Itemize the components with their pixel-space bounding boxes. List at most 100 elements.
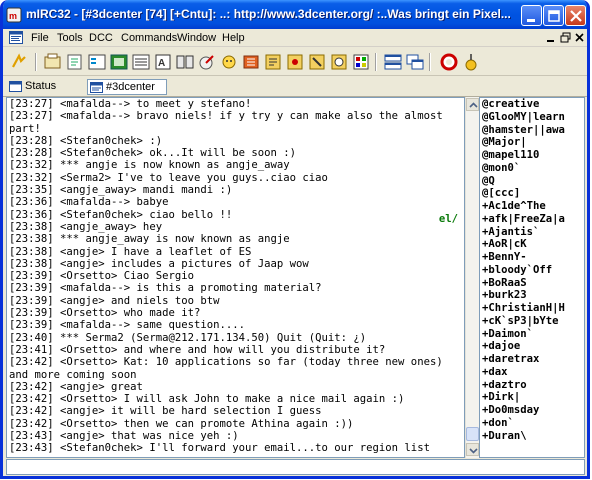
nick-item[interactable]: +cK`sP3|bYte (480, 315, 584, 328)
chat-line: [23:42] <angje> it will be hard selectio… (9, 405, 322, 418)
chat-line: [23:27] <mafalda--> to meet y stefano! (9, 98, 252, 110)
menu-dcc[interactable]: DCC (89, 32, 113, 44)
notify-list-icon[interactable] (285, 52, 305, 72)
close-button[interactable] (565, 5, 586, 26)
nick-item[interactable]: +afk|FreeZa|a (480, 213, 584, 226)
chat-line: [23:39] <Orsetto> Ciao Sergio (9, 270, 194, 283)
chat-line: [23:35] <angje_away> mandi mandi :) (9, 184, 233, 197)
options-icon[interactable] (43, 52, 63, 72)
svg-text:m: m (9, 11, 17, 21)
nick-item[interactable]: +don` (480, 417, 584, 430)
mdi-close-icon[interactable] (573, 31, 587, 44)
tab-status-label: Status (25, 80, 57, 92)
scroll-up-button[interactable] (466, 98, 479, 111)
scripts-icon[interactable] (175, 52, 195, 72)
channel-window-icon[interactable] (9, 31, 23, 44)
list-channels-icon[interactable] (131, 52, 151, 72)
chat-line: [23:39] <angje> and niels too btw (9, 294, 220, 307)
chat-line: [23:42] <Orsetto> then we can promote At… (9, 417, 354, 430)
message-input[interactable] (6, 459, 585, 475)
nick-item[interactable]: @GlooMY|learn (480, 111, 584, 124)
nick-item[interactable]: +Dirk| (480, 391, 584, 404)
chat-line: [23:39] <mafalda--> same question.... (9, 319, 245, 332)
window-switchbar: Status #3dcenter (3, 77, 587, 97)
nick-item[interactable]: +Do0msday (480, 404, 584, 417)
nick-item[interactable]: @mapel110 (480, 149, 584, 162)
favorites-icon[interactable] (65, 52, 85, 72)
chat-line: [23:28] <Stefan0chek> ok...It will be so… (9, 147, 297, 160)
mdi-restore-icon[interactable] (559, 31, 573, 44)
dcc-options-icon[interactable] (241, 52, 261, 72)
nick-item[interactable]: @mon0` (480, 162, 584, 175)
scripts-editor-icon[interactable]: A (153, 52, 173, 72)
toolbar-separator (429, 53, 431, 71)
scroll-thumb[interactable] (466, 427, 479, 441)
menu-commands[interactable]: Commands (121, 32, 177, 44)
chat-line: [23:28] <Stefan0chek> :) (9, 134, 163, 147)
chat-line: [23:42] <angje> great (9, 380, 143, 393)
mirc-app-icon: m (6, 7, 22, 23)
nick-item[interactable]: @hamster||awa (480, 124, 584, 137)
nick-item[interactable]: +BennY- (480, 251, 584, 264)
channels-list-icon[interactable] (87, 52, 107, 72)
chat-lines: [23:27] <mafalda--> to meet y stefano! [… (9, 98, 464, 457)
chat-line: [23:43] <Stefan0chek> I'll forward your … (9, 442, 430, 457)
scroll-down-button[interactable] (466, 443, 479, 456)
toolbar-separator (35, 53, 37, 71)
nick-item[interactable]: +Daimon` (480, 328, 584, 341)
help-lifebuoy-icon[interactable] (439, 52, 459, 72)
nick-item[interactable]: +dajoe (480, 340, 584, 353)
control-icon[interactable] (307, 52, 327, 72)
nick-item[interactable]: +Ajantis` (480, 226, 584, 239)
timer-icon[interactable] (329, 52, 349, 72)
chat-output[interactable]: [23:27] <mafalda--> to meet y stefano! [… (6, 97, 465, 458)
nick-item[interactable]: +AoR|cK (480, 238, 584, 251)
nick-item[interactable]: +daztro (480, 379, 584, 392)
minimize-icon (527, 19, 535, 22)
svg-text:A: A (158, 58, 165, 69)
nick-item[interactable]: +burk23 (480, 289, 584, 302)
colors-icon[interactable] (351, 52, 371, 72)
nick-item[interactable]: +ChristianH|H (480, 302, 584, 315)
nick-item[interactable]: +Ac1de^The (480, 200, 584, 213)
maximize-icon (548, 10, 560, 22)
title-bar[interactable]: m mIRC32 - [#3dcenter [74] [+Cntu]: ..: … (3, 0, 587, 29)
chat-line: [23:39] <Orsetto> who made it? (9, 307, 201, 320)
menu-window[interactable]: Window (177, 32, 216, 44)
minimize-button[interactable] (521, 5, 542, 26)
about-icon[interactable] (461, 52, 481, 72)
menu-help[interactable]: Help (222, 32, 245, 44)
channel-window-icon (90, 82, 103, 93)
tile-windows-icon[interactable] (383, 52, 403, 72)
menu-bar: File Tools DCC Commands Window Help (3, 29, 587, 47)
chat-scrollbar[interactable] (465, 97, 479, 458)
mirc-window: m mIRC32 - [#3dcenter [74] [+Cntu]: ..: … (0, 0, 590, 479)
nick-item[interactable]: +BoRaaS (480, 277, 584, 290)
chat-line: [23:32] *** angje is now known as angje_… (9, 159, 290, 172)
address-book-icon[interactable] (109, 52, 129, 72)
chat-line: [23:39] <mafalda--> is this a promoting … (9, 282, 322, 295)
nick-items: @creative @GlooMY|learn @hamster||awa @M… (480, 98, 584, 442)
dcc-send-icon[interactable] (197, 52, 217, 72)
nick-list[interactable]: @creative @GlooMY|learn @hamster||awa @M… (479, 97, 585, 458)
nick-item[interactable]: +Duran\ (480, 430, 584, 443)
dcc-chat-icon[interactable] (219, 52, 239, 72)
chat-line: [23:32] <Serma2> I've to leave you guys.… (9, 171, 328, 184)
menu-file[interactable]: File (31, 32, 49, 44)
nick-item[interactable]: @Major| (480, 136, 584, 149)
cascade-windows-icon[interactable] (405, 52, 425, 72)
tab-status[interactable]: Status (7, 79, 77, 95)
nick-item[interactable]: @creative (480, 98, 584, 111)
nick-item[interactable]: @Q (480, 175, 584, 188)
chat-line: [23:41] <Orsetto> and where and how will… (9, 343, 386, 356)
log-files-icon[interactable] (263, 52, 283, 72)
mdi-minimize-icon[interactable] (544, 31, 558, 44)
nick-item[interactable]: @[ccc] (480, 187, 584, 200)
nick-item[interactable]: +dax (480, 366, 584, 379)
maximize-button[interactable] (543, 5, 564, 26)
nick-item[interactable]: +bloody`Off (480, 264, 584, 277)
tab-3dcenter[interactable]: #3dcenter (87, 79, 167, 95)
connect-icon[interactable] (9, 52, 29, 72)
nick-item[interactable]: +daretrax (480, 353, 584, 366)
menu-tools[interactable]: Tools (57, 32, 83, 44)
